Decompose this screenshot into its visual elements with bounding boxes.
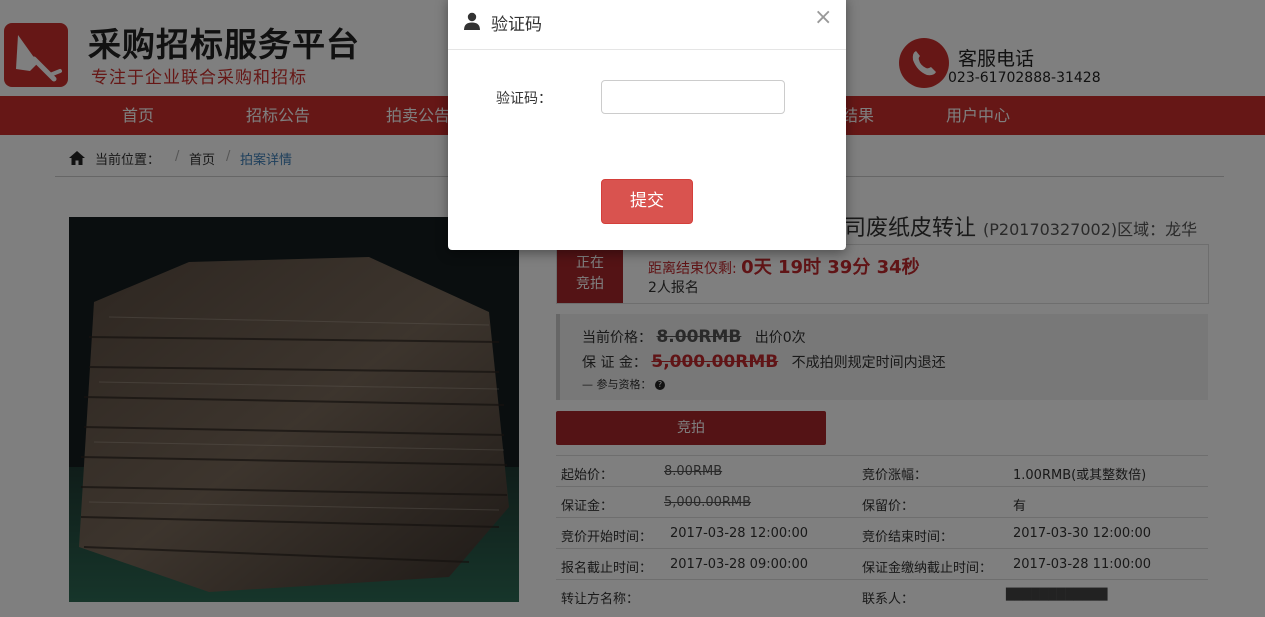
captcha-label: 验证码： xyxy=(496,91,552,107)
captcha-dialog: 验证码 × 验证码： 提交 xyxy=(448,0,846,250)
dialog-title: 验证码 xyxy=(491,15,542,35)
captcha-input[interactable] xyxy=(601,80,785,114)
dialog-header: 验证码 × xyxy=(448,0,846,50)
submit-button[interactable]: 提交 xyxy=(601,179,693,224)
user-icon xyxy=(463,12,481,34)
close-icon[interactable]: × xyxy=(814,5,832,31)
